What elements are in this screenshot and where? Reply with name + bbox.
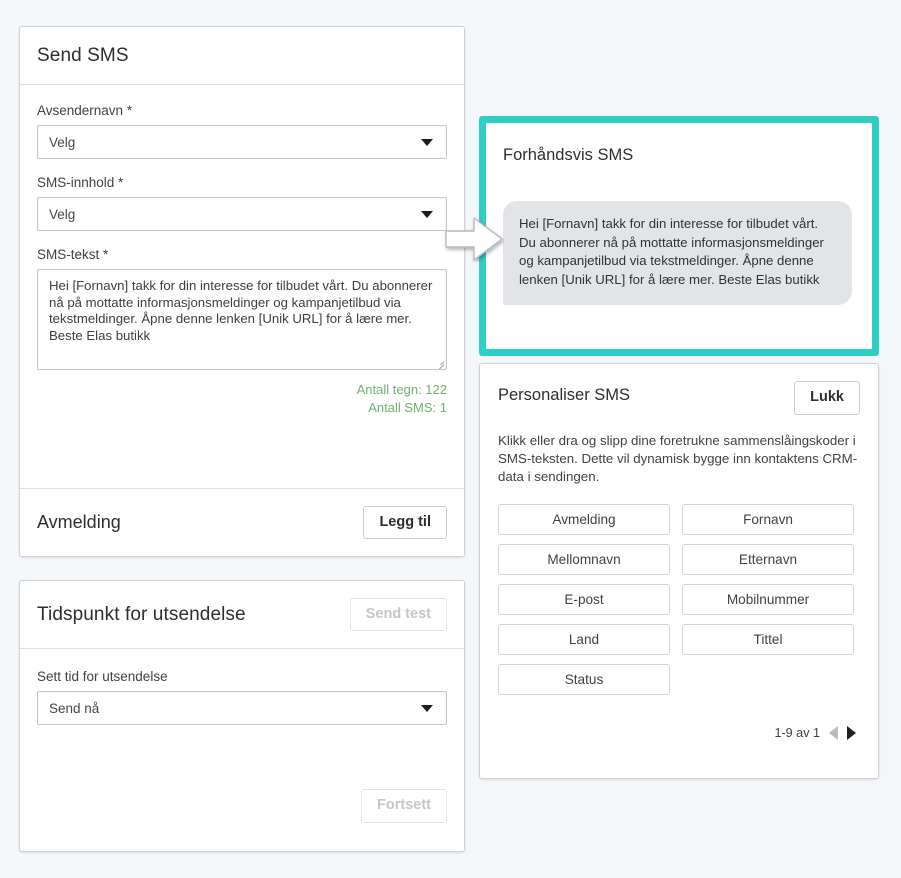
- sms-count-label: Antall SMS: 1: [368, 400, 447, 415]
- chevron-down-icon: [421, 705, 433, 712]
- send-sms-card-header: Send SMS: [20, 27, 464, 84]
- sender-name-value: Velg: [49, 134, 76, 150]
- continue-button[interactable]: Fortsett: [361, 789, 447, 823]
- triangle-left-icon[interactable]: [829, 726, 838, 740]
- schedule-title: Tidspunkt for utsendelse: [37, 603, 246, 625]
- merge-code-chip[interactable]: Tittel: [682, 623, 854, 655]
- resize-grip-icon[interactable]: [433, 356, 445, 369]
- merge-code-chip[interactable]: Mobilnummer: [682, 583, 854, 615]
- merge-code-chip[interactable]: Fornavn: [682, 503, 854, 535]
- personalize-header: Personaliser SMS Lukk: [498, 381, 860, 415]
- preview-sms-panel: Forhåndsvis SMS Hei [Fornavn] takk for d…: [479, 116, 879, 356]
- sender-name-label: Avsendernavn *: [37, 103, 133, 118]
- send-time-label: Sett tid for utsendelse: [37, 669, 168, 684]
- send-sms-title: Send SMS: [37, 44, 129, 66]
- unsubscribe-footer: Avmelding Legg til: [20, 488, 464, 556]
- unsubscribe-label: Avmelding: [37, 512, 121, 532]
- schedule-card-header: Tidspunkt for utsendelse Send test: [20, 581, 464, 648]
- preview-sms-title: Forhåndsvis SMS: [503, 146, 634, 164]
- chevron-down-icon: [421, 139, 433, 146]
- personalize-inner: Personaliser SMS Lukk Klikk eller dra og…: [480, 364, 878, 695]
- page-root: Send SMS Avsendernavn * Velg SMS-innhold…: [0, 0, 901, 878]
- add-unsubscribe-button[interactable]: Legg til: [363, 505, 447, 540]
- merge-code-chip[interactable]: Avmelding: [498, 503, 670, 535]
- sms-preview-bubble: Hei [Fornavn] takk for din interesse for…: [503, 201, 852, 305]
- sms-content-label: SMS-innhold *: [37, 175, 124, 190]
- merge-code-chip[interactable]: E-post: [498, 583, 670, 615]
- merge-code-chip[interactable]: Land: [498, 623, 670, 655]
- sender-name-select[interactable]: Velg: [37, 125, 447, 159]
- personalize-title: Personaliser SMS: [498, 386, 631, 404]
- close-personalize-button[interactable]: Lukk: [794, 381, 860, 415]
- send-sms-form: Avsendernavn * Velg SMS-innhold * Velg S…: [20, 85, 464, 417]
- sms-text-value: Hei [Fornavn] takk for din interesse for…: [49, 278, 437, 343]
- counters: Antall tegn: 122 Antall SMS: 1: [37, 381, 447, 417]
- send-time-value: Send nå: [49, 700, 100, 716]
- merge-code-chip[interactable]: Mellomnavn: [498, 543, 670, 575]
- sms-text-input[interactable]: Hei [Fornavn] takk for din interesse for…: [37, 269, 447, 370]
- merge-code-grid: Avmelding Fornavn Mellomnavn Etternavn E…: [498, 503, 860, 695]
- personalize-description: Klikk eller dra og slipp dine foretrukne…: [498, 432, 858, 484]
- schedule-card: Tidspunkt for utsendelse Send test Sett …: [19, 580, 465, 852]
- sms-preview-message: Hei [Fornavn] takk for din interesse for…: [519, 216, 824, 287]
- schedule-form: Sett tid for utsendelse Send nå: [20, 649, 464, 725]
- send-sms-card: Send SMS Avsendernavn * Velg SMS-innhold…: [19, 26, 465, 557]
- pagination-label: 1-9 av 1: [774, 726, 820, 740]
- merge-code-chip[interactable]: Status: [498, 663, 670, 695]
- sms-text-label: SMS-tekst *: [37, 247, 109, 262]
- triangle-right-icon[interactable]: [847, 726, 856, 740]
- sms-content-select[interactable]: Velg: [37, 197, 447, 231]
- merge-code-pagination: 1-9 av 1: [774, 726, 856, 740]
- send-test-button[interactable]: Send test: [349, 597, 447, 632]
- send-time-select[interactable]: Send nå: [37, 691, 447, 725]
- continue-button-wrap: Fortsett: [361, 789, 447, 823]
- merge-code-chip[interactable]: Etternavn: [682, 543, 854, 575]
- personalize-sms-card: Personaliser SMS Lukk Klikk eller dra og…: [479, 363, 879, 779]
- chevron-down-icon: [421, 211, 433, 218]
- arrow-right-pointer-icon: [445, 217, 503, 261]
- sms-content-value: Velg: [49, 206, 76, 222]
- char-count-label: Antall tegn: 122: [356, 382, 447, 397]
